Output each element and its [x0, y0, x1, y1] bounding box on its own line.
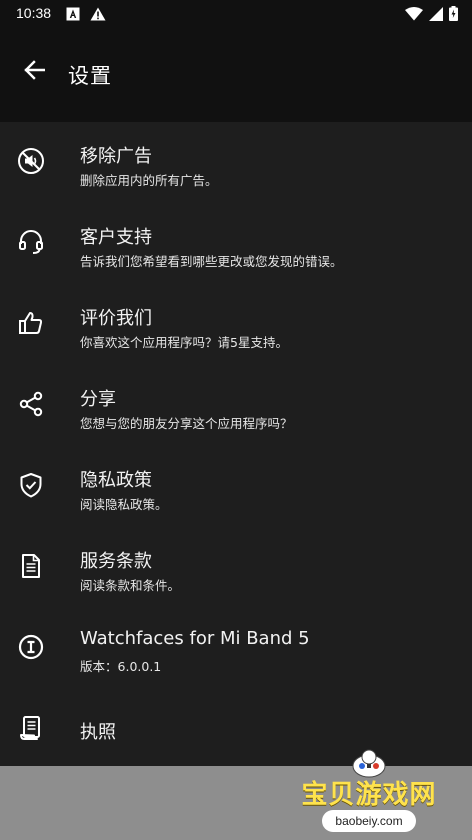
settings-item-app-info[interactable]: Watchfaces for Mi Band 5 版本：6.0.0.1: [0, 608, 472, 689]
settings-item-privacy-policy[interactable]: 隐私政策 阅读隐私政策。: [0, 446, 472, 527]
item-subtitle: 阅读条款和条件。: [80, 578, 181, 593]
item-subtitle: 告诉我们您希望看到哪些更改或您发现的错误。: [80, 254, 343, 269]
status-system-icons: [405, 6, 458, 25]
settings-list: 移除广告 删除应用内的所有广告。 客户支持 告诉我们您希望看到哪些更改或您发现的…: [0, 122, 472, 770]
back-button[interactable]: [16, 54, 52, 90]
item-subtitle: 你喜欢这个应用程序吗？请5星支持。: [80, 335, 288, 350]
item-subtitle: 您想与您的朋友分享这个应用程序吗？: [80, 416, 293, 431]
share-icon: [16, 389, 46, 419]
item-title: 移除广告: [80, 146, 152, 167]
settings-item-rate-us[interactable]: 评价我们 你喜欢这个应用程序吗？请5星支持。: [0, 284, 472, 365]
signal-icon: [429, 6, 443, 25]
page-title: 设置: [68, 64, 112, 88]
arrow-left-icon: [23, 60, 46, 84]
settings-screen: 10:38 设置 移除广告 删除应用内的所有广告。 客户支持 告诉我们您希望看到…: [0, 0, 472, 840]
app-bar: 设置: [0, 28, 472, 122]
warning-icon: [90, 6, 106, 25]
version-value: 6.0.0.1: [117, 659, 162, 674]
item-title: 服务条款: [80, 551, 152, 572]
item-subtitle: 阅读隐私政策。: [80, 497, 168, 512]
item-title: 分享: [80, 389, 116, 410]
shield-check-icon: [16, 470, 46, 500]
status-time: 10:38: [16, 5, 52, 21]
item-title: 隐私政策: [80, 470, 152, 491]
item-title: 评价我们: [80, 308, 152, 329]
settings-item-share[interactable]: 分享 您想与您的朋友分享这个应用程序吗？: [0, 365, 472, 446]
headset-icon: [16, 227, 46, 257]
settings-item-terms-of-service[interactable]: 服务条款 阅读条款和条件。: [0, 527, 472, 608]
no-ads-icon: [16, 146, 46, 176]
item-subtitle: 删除应用内的所有广告。: [80, 173, 218, 188]
watermark: 宝贝游戏网 baobeiy.com: [294, 748, 444, 840]
version-label: 版本：: [80, 659, 118, 674]
item-title: 执照: [80, 722, 116, 743]
app-name: Watchfaces for Mi Band 5: [80, 628, 310, 649]
settings-item-customer-support[interactable]: 客户支持 告诉我们您希望看到哪些更改或您发现的错误。: [0, 203, 472, 284]
info-icon: [16, 632, 46, 662]
settings-item-remove-ads[interactable]: 移除广告 删除应用内的所有广告。: [0, 122, 472, 203]
document-icon: [16, 551, 46, 581]
battery-icon: [449, 6, 458, 25]
wifi-icon: [405, 6, 423, 25]
watermark-title: 宝贝游戏网: [301, 780, 437, 810]
app-version: 版本：6.0.0.1: [80, 656, 161, 675]
thumbs-up-icon: [16, 308, 46, 338]
watermark-domain: baobeiy.com: [322, 810, 416, 832]
item-title: 客户支持: [80, 227, 152, 248]
a-box-icon: [66, 6, 80, 25]
status-notification-icons: [66, 6, 106, 25]
status-bar: 10:38: [0, 0, 472, 28]
license-icon: [16, 713, 46, 743]
